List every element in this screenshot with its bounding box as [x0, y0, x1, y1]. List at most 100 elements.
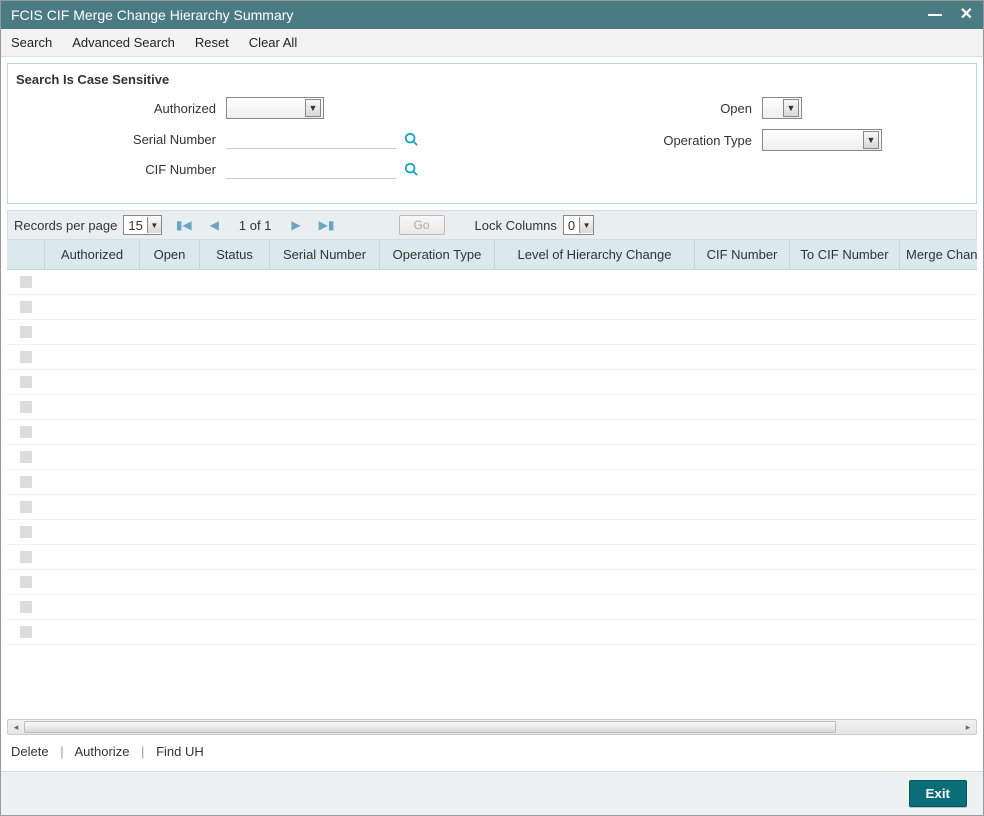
table-row[interactable]	[7, 420, 977, 445]
row-checkbox[interactable]	[7, 526, 45, 538]
table-row[interactable]	[7, 570, 977, 595]
table-row[interactable]	[7, 545, 977, 570]
records-per-page-select[interactable]: 15 ▼	[123, 215, 161, 235]
records-per-page-value: 15	[128, 218, 142, 233]
row-checkbox[interactable]	[7, 576, 45, 588]
table-row[interactable]	[7, 445, 977, 470]
menu-clear-all[interactable]: Clear All	[249, 35, 297, 50]
serial-number-search-icon[interactable]	[404, 132, 418, 146]
table-row[interactable]	[7, 295, 977, 320]
row-checkbox[interactable]	[7, 351, 45, 363]
close-icon[interactable]: ✕	[960, 7, 973, 23]
table-row[interactable]	[7, 370, 977, 395]
column-serial-number[interactable]: Serial Number	[270, 240, 380, 269]
dropdown-arrow-icon: ▼	[783, 99, 799, 117]
lock-columns-select[interactable]: 0 ▼	[563, 215, 594, 235]
checkbox-icon	[20, 626, 32, 638]
serial-number-label: Serial Number	[16, 132, 226, 147]
operation-type-select[interactable]: ▼	[762, 129, 882, 151]
last-page-button[interactable]: ▶▮	[315, 218, 339, 232]
cif-number-label: CIF Number	[16, 162, 226, 177]
table-row[interactable]	[7, 520, 977, 545]
field-authorized: Authorized ▼	[16, 97, 492, 119]
next-page-button[interactable]: ▶	[287, 218, 304, 232]
row-checkbox[interactable]	[7, 451, 45, 463]
cif-number-input[interactable]	[226, 159, 396, 179]
column-checkbox[interactable]	[7, 240, 45, 269]
prev-page-button[interactable]: ◀	[206, 218, 223, 232]
table-row[interactable]	[7, 495, 977, 520]
serial-number-input[interactable]	[226, 129, 396, 149]
row-checkbox[interactable]	[7, 326, 45, 338]
dropdown-arrow-icon: ▼	[147, 217, 161, 233]
lock-columns: Lock Columns 0 ▼	[475, 215, 595, 235]
table-row[interactable]	[7, 345, 977, 370]
action-find-uh[interactable]: Find UH	[156, 744, 204, 759]
checkbox-icon	[20, 426, 32, 438]
menu-advanced-search[interactable]: Advanced Search	[72, 35, 175, 50]
table-row[interactable]	[7, 320, 977, 345]
row-checkbox[interactable]	[7, 501, 45, 513]
go-button[interactable]: Go	[399, 215, 445, 235]
row-checkbox[interactable]	[7, 426, 45, 438]
column-level-of-hierarchy-change[interactable]: Level of Hierarchy Change	[495, 240, 695, 269]
title-bar: FCIS CIF Merge Change Hierarchy Summary …	[1, 1, 983, 29]
table-row[interactable]	[7, 595, 977, 620]
records-per-page: Records per page 15 ▼	[14, 215, 162, 235]
scroll-right-icon[interactable]: ▸	[961, 720, 975, 734]
field-open: Open ▼	[492, 97, 968, 119]
menu-reset[interactable]: Reset	[195, 35, 229, 50]
open-select[interactable]: ▼	[762, 97, 802, 119]
records-per-page-label: Records per page	[14, 218, 117, 233]
horizontal-scrollbar[interactable]: ◂ ▸	[7, 719, 977, 737]
scrollbar-thumb[interactable]	[24, 721, 836, 733]
dropdown-arrow-icon: ▼	[579, 217, 593, 233]
dropdown-arrow-icon: ▼	[863, 131, 879, 149]
window-controls: ✕	[928, 7, 973, 23]
column-authorized[interactable]: Authorized	[45, 240, 140, 269]
authorized-select[interactable]: ▼	[226, 97, 324, 119]
separator: |	[60, 744, 63, 759]
row-checkbox[interactable]	[7, 551, 45, 563]
column-status[interactable]: Status	[200, 240, 270, 269]
row-checkbox[interactable]	[7, 276, 45, 288]
row-checkbox[interactable]	[7, 626, 45, 638]
field-serial-number: Serial Number	[16, 129, 492, 149]
exit-button[interactable]: Exit	[909, 780, 967, 807]
search-fields-right: Open ▼ Operation Type ▼	[492, 97, 968, 189]
search-fields: Authorized ▼ Serial Number CIF Number	[16, 97, 968, 189]
column-to-cif-number[interactable]: To CIF Number	[790, 240, 900, 269]
row-checkbox[interactable]	[7, 601, 45, 613]
column-operation-type[interactable]: Operation Type	[380, 240, 495, 269]
search-panel-heading: Search Is Case Sensitive	[16, 72, 968, 87]
first-page-button[interactable]: ▮◀	[172, 218, 196, 232]
table-row[interactable]	[7, 620, 977, 645]
row-checkbox[interactable]	[7, 301, 45, 313]
checkbox-icon	[20, 376, 32, 388]
app-window: FCIS CIF Merge Change Hierarchy Summary …	[0, 0, 984, 816]
separator: |	[141, 744, 144, 759]
cif-number-search-icon[interactable]	[404, 162, 418, 176]
row-checkbox[interactable]	[7, 376, 45, 388]
checkbox-icon	[20, 601, 32, 613]
dropdown-arrow-icon: ▼	[305, 99, 321, 117]
action-authorize[interactable]: Authorize	[75, 744, 130, 759]
row-checkbox[interactable]	[7, 476, 45, 488]
column-merge-change[interactable]: Merge Chang	[900, 240, 977, 269]
row-checkbox[interactable]	[7, 401, 45, 413]
minimize-icon[interactable]	[928, 14, 942, 16]
checkbox-icon	[20, 476, 32, 488]
menu-bar: Search Advanced Search Reset Clear All	[1, 29, 983, 57]
operation-type-label: Operation Type	[492, 133, 762, 148]
menu-search[interactable]: Search	[11, 35, 52, 50]
table-row[interactable]	[7, 270, 977, 295]
column-cif-number[interactable]: CIF Number	[695, 240, 790, 269]
scroll-left-icon[interactable]: ◂	[9, 720, 23, 734]
table-row[interactable]	[7, 395, 977, 420]
column-open[interactable]: Open	[140, 240, 200, 269]
scrollbar-track: ◂ ▸	[7, 719, 977, 735]
table-row[interactable]	[7, 470, 977, 495]
action-delete[interactable]: Delete	[11, 744, 49, 759]
checkbox-icon	[20, 301, 32, 313]
field-operation-type: Operation Type ▼	[492, 129, 968, 151]
